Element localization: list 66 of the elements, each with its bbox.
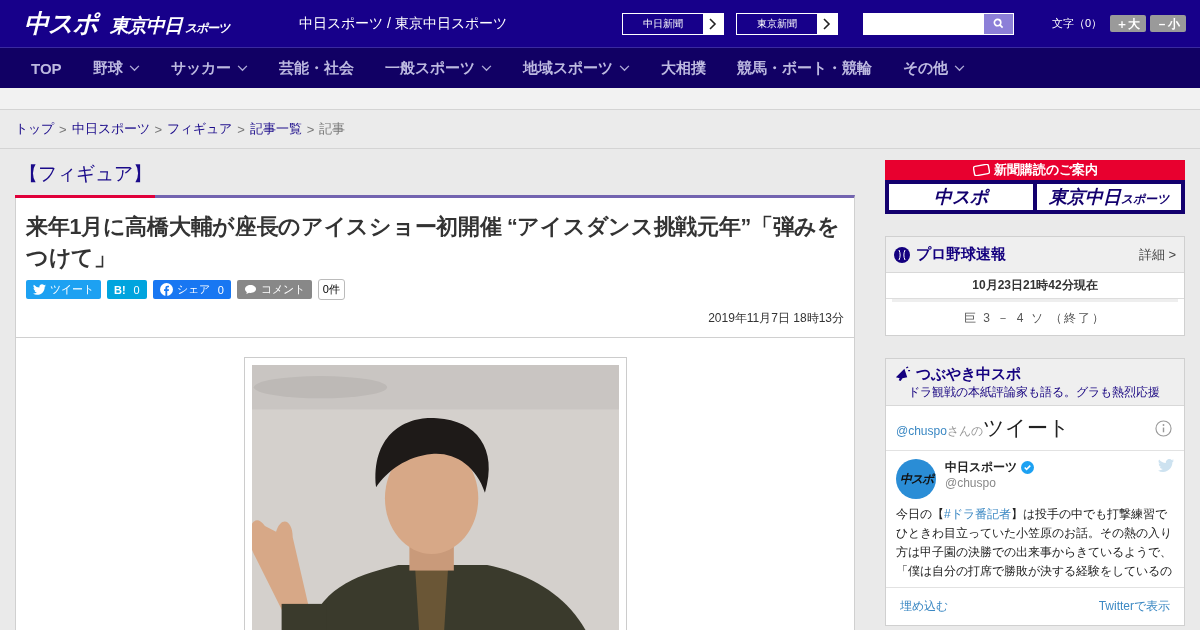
share-button[interactable]: シェア 0 — [152, 280, 231, 299]
search-field[interactable] — [863, 12, 1014, 35]
nav-item[interactable]: サッカー — [170, 58, 248, 78]
newspaper-logo[interactable]: 中スポ — [889, 184, 1033, 210]
box-title: プロ野球速報 — [916, 245, 1006, 264]
publish-date: 2019年11月7日 18時13分 — [707, 310, 844, 327]
chevron-down-icon — [618, 64, 630, 72]
game-score[interactable]: 巨 3 － 4 ソ （終了） — [892, 299, 1178, 335]
box-subtitle: ドラ観戦の本紙評論家も語る。グラも熱烈応援 — [908, 384, 1160, 401]
breadcrumb-link[interactable]: 中日スポーツ — [71, 120, 150, 138]
nav-item[interactable]: 芸能・社会 — [278, 58, 354, 78]
chevron-down-icon — [128, 64, 140, 72]
avatar-logo[interactable]: 中スポ — [896, 459, 936, 499]
newspaper-link[interactable]: 中日新聞 — [622, 12, 724, 35]
tweet-text: 今日の【#ドラ番記者】は投手の中でも打撃練習でひときわ目立っていた小笠原のお話。その熱の入り方は甲子園の決勝での出来事からきているようで、「僕は自分の打席で勝敗が決する経験をしているの — [896, 506, 1173, 580]
subscription-title: 新聞購読のご案内 — [993, 161, 1098, 179]
chevron-down-icon — [236, 64, 248, 72]
font-size-label: 文字（0） — [1052, 16, 1103, 31]
newspaper-logo[interactable]: 東京中日スポーツ — [1037, 184, 1181, 210]
nav-item[interactable]: その他 — [902, 58, 965, 78]
breadcrumb-link[interactable]: フィギュア — [167, 120, 233, 138]
ticket-icon — [972, 164, 990, 176]
hashtag-link[interactable]: #ドラ番記者 — [944, 507, 1011, 521]
bird-icon — [33, 284, 46, 295]
view-on-twitter-link[interactable]: Twitterで表示 — [1098, 598, 1170, 615]
site-logo[interactable]: 東京中日スポーツ — [110, 13, 229, 39]
nav-item[interactable]: 地域スポーツ — [522, 58, 630, 78]
nav-item[interactable]: 一般スポーツ — [384, 58, 492, 78]
newspaper-link[interactable]: 東京新聞 — [736, 12, 838, 35]
article-title: 来年1月に高橋大輔が座長のアイスショー初開催 “アイスダンス挑戦元年”「弾みをつけて」 — [26, 214, 841, 272]
nav-item[interactable]: TOP — [31, 59, 62, 77]
breadcrumb-separator: > — [154, 121, 163, 137]
comment-count: 0件 — [317, 279, 345, 300]
breadcrumb-separator: > — [59, 121, 67, 137]
search-button[interactable] — [984, 13, 1013, 34]
subscription-banner[interactable]: 新聞購読のご案内 中スポ 東京中日スポーツ — [885, 160, 1185, 214]
handle-link[interactable]: @chuspo — [896, 424, 947, 438]
chevron-right-icon — [708, 16, 718, 31]
embed-link[interactable]: 埋め込む — [900, 598, 948, 615]
timeline-title: @chuspoさんのツイート — [896, 415, 1070, 441]
box-title: つぶやき中スポ — [916, 365, 1021, 384]
breadcrumb-link[interactable]: 記事一覧 — [249, 120, 302, 138]
chevron-down-icon — [953, 64, 965, 72]
user-handle[interactable]: @chuspo — [945, 476, 1034, 490]
chevron-down-icon — [480, 64, 492, 72]
site-title: 中日スポーツ / 東京中日スポーツ — [299, 14, 508, 33]
nav-item[interactable]: 競馬・ボート・競輪 — [736, 58, 872, 78]
nav-item[interactable]: 野球 — [92, 58, 140, 78]
breadcrumb-separator: > — [306, 121, 315, 137]
megaphone-icon — [894, 366, 911, 383]
comment-button[interactable]: コメント — [236, 280, 312, 299]
breadcrumb-separator: > — [237, 121, 245, 137]
speech-bubble-icon — [243, 284, 257, 295]
details-link[interactable]: 詳細 > — [1138, 245, 1176, 264]
update-time: 10月23日21時42分現在 — [886, 273, 1184, 299]
verified-icon — [1021, 461, 1034, 474]
chevron-right-icon — [822, 16, 832, 31]
search-icon — [993, 18, 1004, 29]
breadcrumb-link[interactable]: トップ — [15, 120, 54, 138]
baseball-icon — [894, 246, 910, 263]
breadcrumb-current: 記事 — [319, 120, 346, 138]
category-heading: 【フィギュア】 — [18, 162, 153, 186]
user-name[interactable]: 中日スポーツ — [945, 459, 1034, 476]
info-icon[interactable] — [1155, 419, 1172, 437]
facebook-icon — [159, 283, 173, 296]
nav-item[interactable]: 大相撲 — [660, 58, 706, 78]
